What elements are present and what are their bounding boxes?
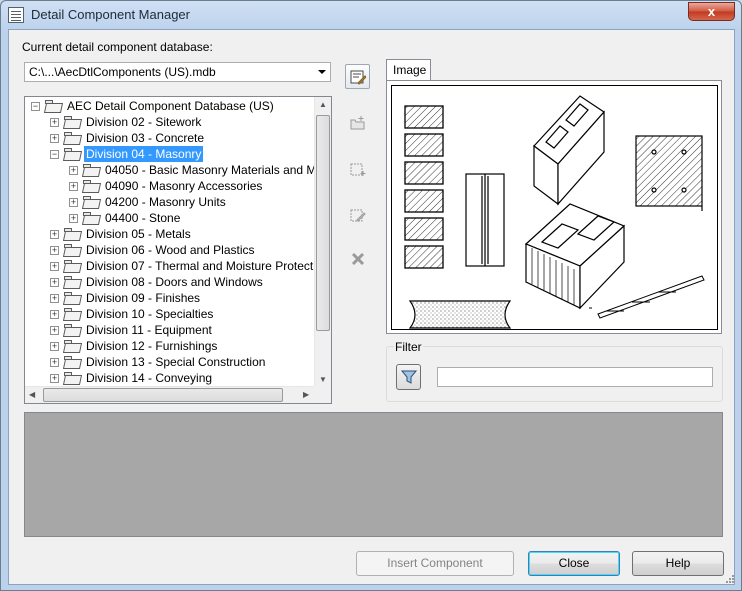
dialog-body: Current detail component database: C:\..… <box>8 29 735 585</box>
expand-icon[interactable]: + <box>69 166 78 175</box>
insert-component-button[interactable]: Insert Component <box>356 551 514 576</box>
filter-label: Filter <box>394 340 423 354</box>
tree-item-label: Division 13 - Special Construction <box>86 355 266 369</box>
expand-icon[interactable]: + <box>50 134 59 143</box>
folder-icon <box>64 228 80 240</box>
window-close-button[interactable]: x <box>688 2 735 21</box>
tree-item-label: Division 14 - Conveying <box>86 371 213 385</box>
tree-item-label: Division 09 - Finishes <box>86 291 201 305</box>
tree-item-label: Division 05 - Metals <box>86 227 191 241</box>
folder-icon <box>64 276 80 288</box>
tree-item-label: Division 03 - Concrete <box>86 131 205 145</box>
folder-icon <box>83 196 99 208</box>
delete-icon <box>351 252 365 266</box>
folder-icon <box>64 260 80 272</box>
help-button[interactable]: Help <box>632 551 724 576</box>
tab-image[interactable]: Image <box>386 59 431 81</box>
database-combo[interactable]: C:\...\AecDtlComponents (US).mdb <box>24 62 331 82</box>
expand-icon[interactable]: + <box>69 182 78 191</box>
folder-icon <box>64 340 80 352</box>
scroll-left-icon[interactable]: ◀ <box>29 390 35 399</box>
filter-input[interactable] <box>437 367 713 387</box>
close-button[interactable]: Close <box>528 551 620 576</box>
folder-icon <box>64 148 80 160</box>
expand-icon[interactable]: + <box>50 326 59 335</box>
edit-component-button[interactable] <box>345 202 370 227</box>
folder-icon <box>64 356 80 368</box>
image-panel <box>386 80 722 334</box>
database-label: Current detail component database: <box>22 40 213 54</box>
tree-horizontal-scrollbar[interactable]: ◀ ▶ <box>25 386 315 403</box>
folder-icon <box>83 180 99 192</box>
tree-item-label: 04200 - Masonry Units <box>105 195 226 209</box>
scroll-corner <box>314 386 331 403</box>
folder-icon <box>83 212 99 224</box>
expand-icon[interactable]: + <box>69 198 78 207</box>
tree-item-label: 04050 - Basic Masonry Materials and Meth… <box>105 163 332 177</box>
collapse-icon[interactable]: − <box>31 102 40 111</box>
scroll-up-icon[interactable]: ▲ <box>319 100 327 109</box>
folder-icon <box>64 324 80 336</box>
collapse-icon[interactable]: − <box>50 150 59 159</box>
expand-icon[interactable]: + <box>69 214 78 223</box>
component-description-panel <box>24 412 723 537</box>
new-component-icon <box>350 163 366 176</box>
tree-item-label: Division 11 - Equipment <box>86 323 212 337</box>
expand-icon[interactable]: + <box>50 278 59 287</box>
app-icon <box>8 7 24 23</box>
component-tree[interactable]: − AEC Detail Component Database (US) + Divi… <box>24 96 332 404</box>
scroll-right-icon[interactable]: ▶ <box>303 390 309 399</box>
tree-horizontal-thumb[interactable] <box>43 388 283 402</box>
component-preview-image <box>391 85 718 330</box>
window-title: Detail Component Manager <box>31 7 190 22</box>
new-component-button[interactable] <box>345 156 370 181</box>
tree-item-label: Division 12 - Furnishings <box>86 339 218 353</box>
tree-item-label: Division 04 - Masonry <box>84 146 204 162</box>
tree-item-label: Division 06 - Wood and Plastics <box>86 243 255 257</box>
edit-database-icon <box>350 70 366 85</box>
expand-icon[interactable]: + <box>50 262 59 271</box>
expand-icon[interactable]: + <box>50 230 59 239</box>
edit-component-icon <box>350 209 366 222</box>
folder-icon <box>45 100 61 112</box>
folder-icon <box>64 372 80 384</box>
edit-database-button[interactable] <box>345 64 370 89</box>
folder-icon <box>64 308 80 320</box>
expand-icon[interactable]: + <box>50 374 59 383</box>
filter-button[interactable] <box>396 364 421 390</box>
scroll-down-icon[interactable]: ▼ <box>319 375 327 384</box>
tree-item-label: Division 02 - Sitework <box>86 115 202 129</box>
funnel-icon <box>401 370 417 384</box>
folder-icon <box>64 292 80 304</box>
tree-vertical-thumb[interactable] <box>316 115 330 331</box>
chevron-down-icon[interactable] <box>318 70 326 74</box>
folder-icon <box>64 116 80 128</box>
title-bar[interactable]: Detail Component Manager x <box>1 1 741 29</box>
expand-icon[interactable]: + <box>50 358 59 367</box>
tree-vertical-scrollbar[interactable]: ▲ ▼ <box>314 97 331 387</box>
tree-item-label: 04400 - Stone <box>105 211 181 225</box>
tree-item-label: 04090 - Masonry Accessories <box>105 179 263 193</box>
expand-icon[interactable]: + <box>50 342 59 351</box>
expand-icon[interactable]: + <box>50 310 59 319</box>
tree-item-label: Division 10 - Specialties <box>86 307 214 321</box>
delete-button[interactable] <box>345 246 370 271</box>
new-folder-icon <box>350 116 365 130</box>
tree-item-label: AEC Detail Component Database (US) <box>67 99 274 113</box>
folder-icon <box>64 244 80 256</box>
new-category-button[interactable] <box>345 110 370 135</box>
expand-icon[interactable]: + <box>50 246 59 255</box>
expand-icon[interactable]: + <box>50 294 59 303</box>
resize-grip-icon[interactable] <box>725 574 735 584</box>
dialog-window: Detail Component Manager x Current detai… <box>0 0 742 591</box>
folder-icon <box>83 164 99 176</box>
folder-icon <box>64 132 80 144</box>
masonry-preview-drawing <box>404 95 705 329</box>
tree-item-label: Division 07 - Thermal and Moisture Prote… <box>86 259 330 273</box>
tree-item-label: Division 08 - Doors and Windows <box>86 275 263 289</box>
database-value: C:\...\AecDtlComponents (US).mdb <box>29 65 216 79</box>
expand-icon[interactable]: + <box>50 118 59 127</box>
